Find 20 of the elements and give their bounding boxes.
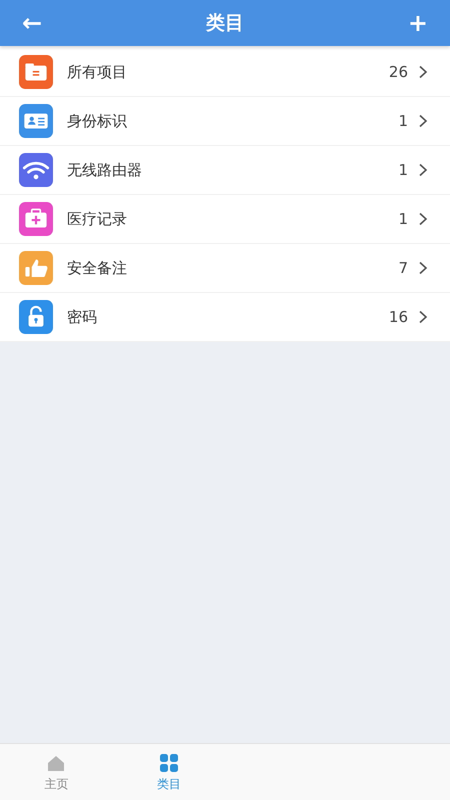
category-label: 安全备注 xyxy=(67,258,128,278)
item-count: 1 xyxy=(398,112,408,130)
category-row[interactable]: 无线路由器 1 xyxy=(0,146,450,195)
category-label: 身份标识 xyxy=(67,112,128,130)
grid-icon xyxy=(158,752,180,774)
category-label: 医疗记录 xyxy=(67,210,128,228)
category-label: 所有项目 xyxy=(67,62,128,82)
item-count: 1 xyxy=(398,161,408,179)
category-row[interactable]: 安全备注 7 xyxy=(0,244,450,293)
category-row[interactable]: 所有项目 26 xyxy=(0,48,450,97)
item-count: 16 xyxy=(388,308,408,326)
category-label: 密码 xyxy=(67,308,98,326)
item-count: 7 xyxy=(398,259,408,277)
item-count: 1 xyxy=(398,210,408,228)
category-row[interactable]: 医疗记录 1 xyxy=(0,195,450,244)
item-count: 26 xyxy=(388,63,408,81)
category-row[interactable]: 身份标识 1 xyxy=(0,97,450,146)
category-row[interactable]: 密码 16 xyxy=(0,293,450,342)
page-title: 类目 xyxy=(206,11,244,36)
category-label: 无线路由器 xyxy=(67,160,143,180)
